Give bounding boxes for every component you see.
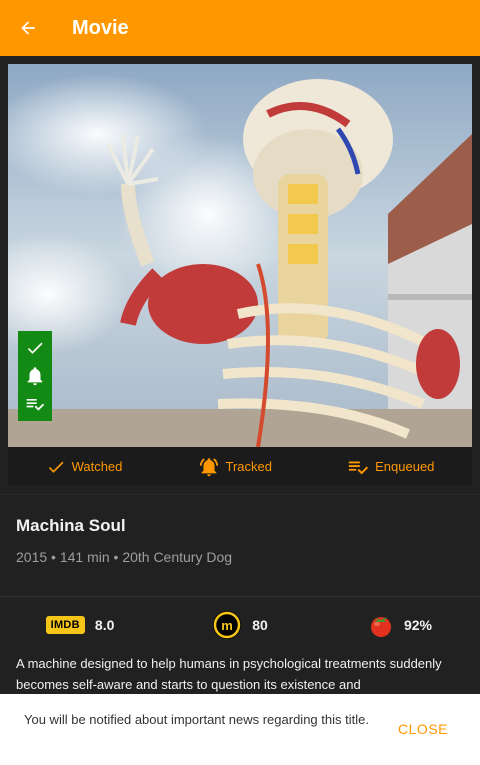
tomato-icon [370,617,391,637]
rotten-tomatoes-rating: 92% [320,605,480,645]
playlist-check-icon [348,461,369,474]
app-bar: Movie [0,0,480,56]
imdb-logo: IMDB [45,616,85,634]
bell-icon [23,364,47,388]
movie-title: Machina Soul [16,516,126,535]
enqueued-label: Enqueued [375,459,435,474]
page-title: Movie [72,16,129,39]
snackbar-message: You will be notified about important new… [24,712,369,727]
section-divider [0,596,480,597]
movie-description: A machine designed to help humans in psy… [16,656,442,692]
status-bar: Watched Tracked Enqueued [8,447,472,486]
arrow-left-icon [21,21,35,35]
snackbar-close-button[interactable]: CLOSE [398,721,448,737]
rotten-tomatoes-score: 92% [403,617,433,633]
ratings-row: IMDB 8.0 m 80 92% [0,605,480,645]
tracked-label: Tracked [225,459,272,474]
poster-badges [18,331,52,421]
enqueued-button[interactable]: Enqueued [347,456,434,478]
svg-text:m: m [221,618,233,633]
watched-label: Watched [71,459,123,474]
watched-button[interactable]: Watched [46,457,123,477]
snackbar: You will be notified about important new… [0,694,480,765]
metacritic-icon: m [213,611,242,639]
check-icon [48,461,64,473]
back-button[interactable] [0,0,56,56]
check-icon [23,336,47,360]
movie-poster [8,64,472,447]
imdb-rating: IMDB 8.0 [0,605,160,645]
metacritic-rating: m 80 [160,605,320,645]
tracked-button[interactable]: Tracked [198,456,272,478]
section-divider [0,494,480,495]
playlist-check-icon [23,392,47,416]
movie-meta: 2015 • 141 min • 20th Century Dog [16,549,233,565]
imdb-score: 8.0 [94,617,115,633]
metacritic-score: 80 [252,617,268,633]
bell-ringing-icon [199,457,218,476]
